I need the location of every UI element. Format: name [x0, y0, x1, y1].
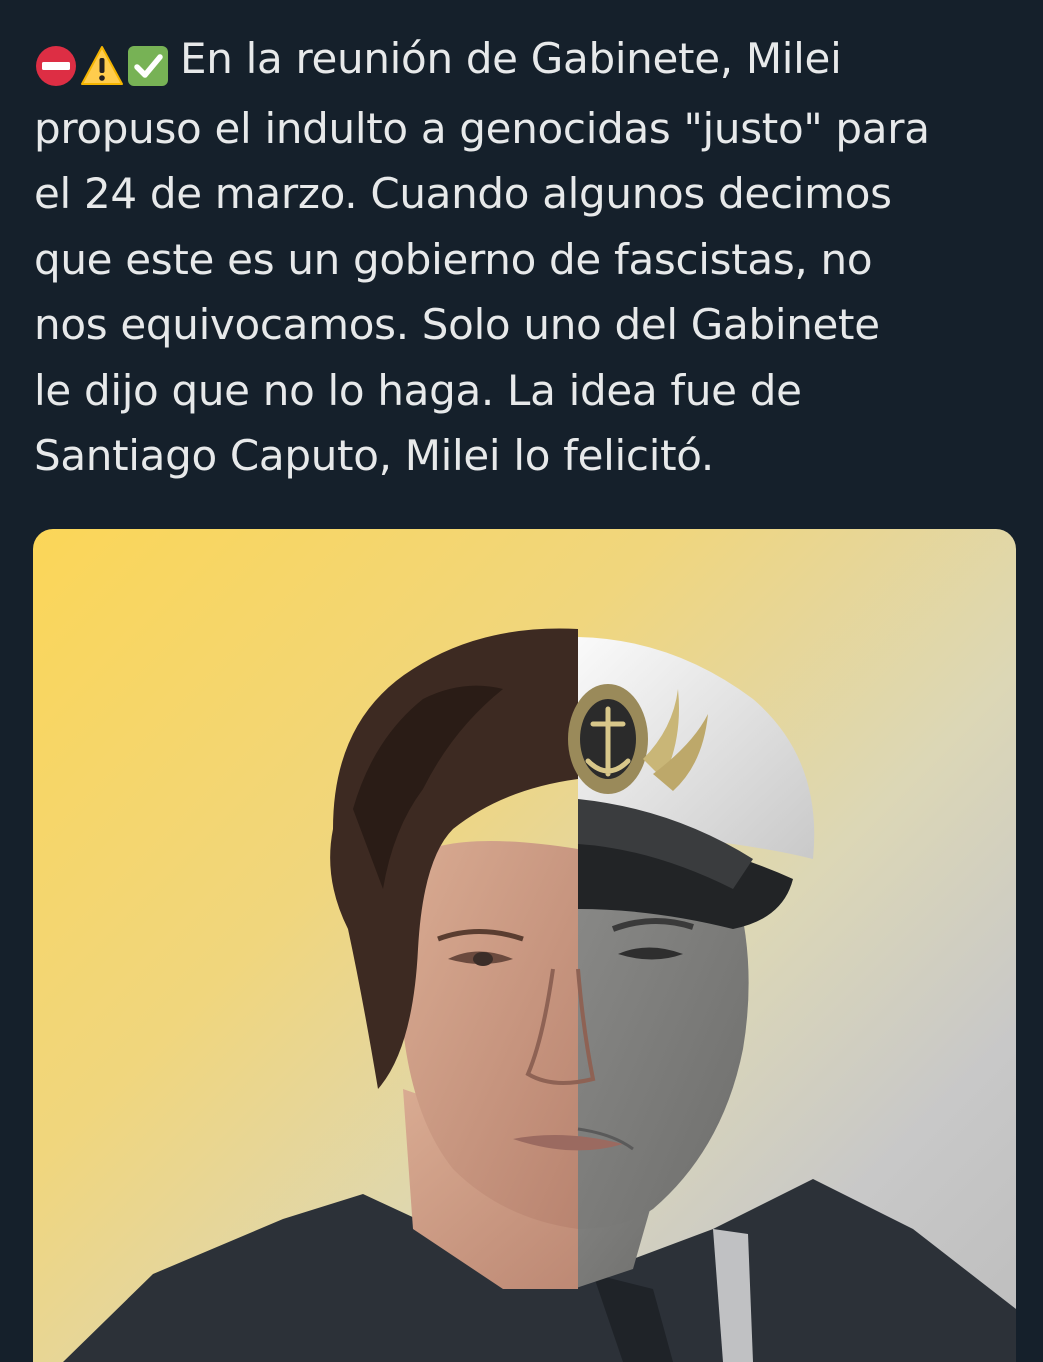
tweet-text-line: En la reunión de Gabinete, Milei [180, 34, 842, 83]
tweet-text-line-5: nos equivocamos. Solo uno del Gabinete [34, 300, 880, 349]
tweet-text-line-3: el 24 de marzo. Cuando algunos decimos [34, 169, 892, 218]
tweet-text-line-1: En la reunión de Gabinete, Milei [34, 26, 1009, 96]
tweet-text-line-2: propuso el indulto a genocidas "justo" p… [34, 103, 930, 153]
composite-portrait [63, 628, 1016, 1362]
check-mark-button-icon [128, 45, 168, 86]
warning-icon [81, 45, 123, 85]
tweet-media-image[interactable] [33, 529, 1016, 1362]
tweet-text-line-7: Santiago Caputo, Milei lo felicitó. [34, 431, 714, 480]
tweet-text-line-4: que este es un gobierno de fascistas, no [34, 234, 873, 284]
tweet-text: En la reunión de Gabinete, Milei propuso… [34, 26, 1009, 489]
status-emojis [34, 30, 172, 96]
tweet: En la reunión de Gabinete, Milei propuso… [0, 0, 1043, 1362]
no-entry-icon [36, 45, 76, 86]
tweet-text-line-6: le dijo que no lo haga. La idea fue de [34, 365, 802, 415]
